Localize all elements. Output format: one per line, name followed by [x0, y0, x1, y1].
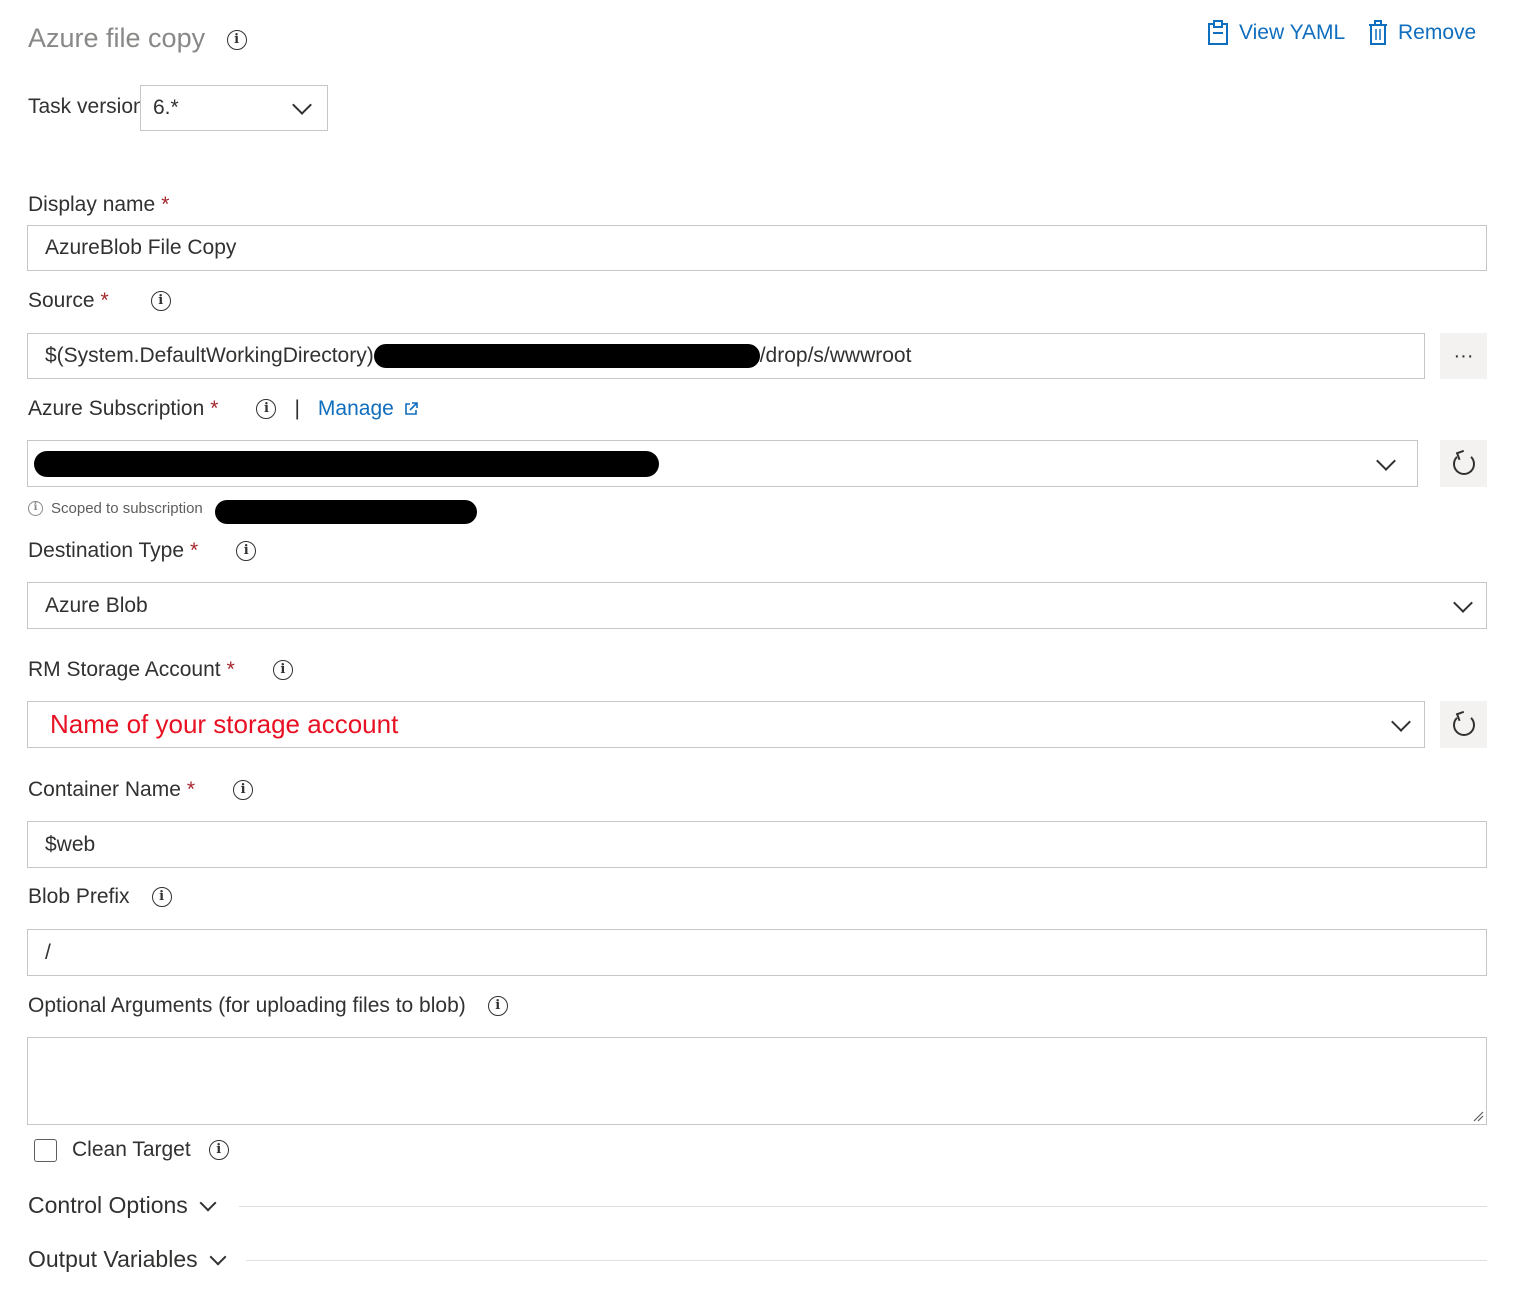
trash-icon	[1369, 20, 1387, 45]
required-asterisk: *	[190, 539, 199, 562]
chevron-down-icon	[199, 1194, 217, 1211]
separator: |	[294, 397, 300, 420]
azure-subscription-label-text: Azure Subscription	[28, 397, 205, 420]
redacted-block	[34, 451, 659, 477]
refresh-subscription-button[interactable]	[1440, 440, 1487, 487]
chevron-down-icon	[1376, 450, 1396, 471]
azure-subscription-label: Azure Subscription * i | Manage	[28, 396, 418, 422]
required-asterisk: *	[161, 193, 170, 216]
info-icon: i	[28, 501, 43, 516]
output-variables-label: Output Variables	[28, 1246, 198, 1272]
clean-target-label: Clean Target	[72, 1138, 191, 1161]
rm-storage-account-label-text: RM Storage Account	[28, 658, 221, 681]
control-options-section[interactable]: Control Options	[28, 1192, 217, 1219]
info-icon[interactable]: i	[487, 996, 508, 1016]
container-name-value: $web	[45, 832, 96, 856]
source-label-text: Source	[28, 289, 95, 312]
info-icon[interactable]: i	[233, 780, 254, 800]
info-icon[interactable]: i	[226, 30, 247, 50]
refresh-icon	[1452, 452, 1475, 475]
info-icon[interactable]: i	[150, 291, 171, 311]
task-version-select[interactable]: 6.*	[140, 85, 328, 131]
blob-prefix-label: Blob Prefix i	[28, 884, 172, 910]
refresh-icon	[1452, 713, 1475, 736]
display-name-value: AzureBlob File Copy	[45, 236, 237, 259]
source-value-suffix: /drop/s/wwwroot	[759, 344, 912, 367]
divider	[246, 1260, 1487, 1261]
source-input[interactable]: $(System.DefaultWorkingDirectory) /drop/…	[27, 333, 1425, 379]
display-name-input[interactable]: AzureBlob File Copy	[27, 225, 1487, 271]
scoped-note: i Scoped to subscription	[28, 500, 203, 517]
remove-button[interactable]: Remove	[1368, 20, 1476, 46]
output-variables-section[interactable]: Output Variables	[28, 1246, 227, 1273]
resize-handle-icon[interactable]	[1472, 1110, 1484, 1122]
source-value-prefix: $(System.DefaultWorkingDirectory)	[45, 344, 374, 367]
chevron-down-icon	[292, 95, 312, 115]
chevron-down-icon	[1391, 711, 1411, 732]
view-yaml-button[interactable]: View YAML	[1207, 20, 1345, 46]
rm-storage-account-select[interactable]: Name of your storage account	[27, 701, 1425, 748]
page-title: Azure file copy i	[28, 20, 247, 56]
required-asterisk: *	[226, 658, 235, 681]
refresh-storage-button[interactable]	[1440, 701, 1487, 748]
info-icon[interactable]: i	[151, 887, 172, 907]
info-icon[interactable]: i	[256, 399, 277, 419]
destination-type-label-text: Destination Type	[28, 539, 185, 562]
page-title-text: Azure file copy	[28, 23, 206, 53]
info-icon[interactable]: i	[272, 660, 293, 680]
blob-prefix-input[interactable]: /	[27, 929, 1487, 976]
blob-prefix-label-text: Blob Prefix	[28, 885, 130, 908]
manage-link[interactable]: Manage	[318, 396, 394, 422]
redacted-block	[373, 344, 760, 368]
display-name-label: Display name *	[28, 192, 169, 218]
info-icon[interactable]: i	[236, 541, 257, 561]
task-version-label-text: Task version	[28, 95, 145, 118]
optional-arguments-label: Optional Arguments (for uploading files …	[28, 993, 508, 1019]
display-name-label-text: Display name	[28, 193, 156, 216]
destination-type-select[interactable]: Azure Blob	[27, 582, 1487, 629]
ellipsis-icon: ···	[1453, 344, 1474, 367]
destination-type-value: Azure Blob	[45, 593, 148, 617]
container-name-label-text: Container Name	[28, 778, 181, 801]
optional-arguments-label-text: Optional Arguments (for uploading files …	[28, 994, 466, 1017]
divider	[239, 1206, 1487, 1207]
view-yaml-label: View YAML	[1239, 21, 1346, 44]
container-name-input[interactable]: $web	[27, 821, 1487, 868]
external-link-icon	[405, 402, 418, 415]
blob-prefix-value: /	[45, 940, 51, 964]
redacted-block	[215, 500, 477, 524]
container-name-label: Container Name * i	[28, 777, 254, 803]
chevron-down-icon	[1453, 592, 1473, 613]
chevron-down-icon	[209, 1248, 227, 1265]
remove-label: Remove	[1398, 21, 1477, 44]
required-asterisk: *	[210, 397, 219, 420]
required-asterisk: *	[186, 778, 196, 801]
rm-storage-account-label: RM Storage Account * i	[28, 657, 293, 683]
required-asterisk: *	[100, 289, 109, 312]
task-version-value: 6.*	[153, 96, 179, 119]
task-version-label: Task version	[28, 94, 145, 120]
source-label: Source * i	[28, 288, 171, 314]
optional-arguments-textarea[interactable]	[27, 1037, 1487, 1125]
control-options-label: Control Options	[28, 1192, 188, 1218]
clipboard-icon	[1208, 20, 1228, 45]
browse-button[interactable]: ···	[1440, 333, 1487, 379]
rm-storage-account-value: Name of your storage account	[50, 709, 399, 739]
destination-type-label: Destination Type * i	[28, 538, 257, 564]
clean-target-row: Clean Target i	[34, 1137, 229, 1163]
info-icon[interactable]: i	[208, 1140, 229, 1160]
scoped-note-text: Scoped to subscription	[51, 500, 203, 517]
clean-target-checkbox[interactable]	[34, 1138, 57, 1162]
